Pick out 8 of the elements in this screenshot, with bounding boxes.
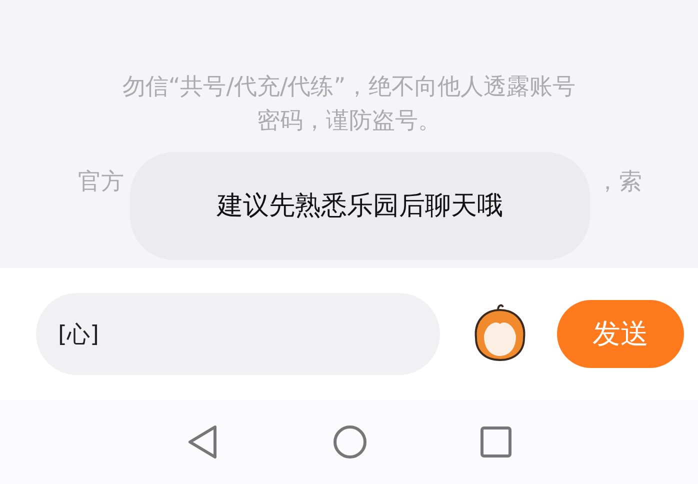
notice-text: ，索 — [596, 168, 642, 197]
message-input[interactable]: [心] — [36, 293, 440, 375]
recent-apps-icon[interactable] — [480, 426, 512, 458]
notice-text: 密码，谨防盗号。 — [257, 108, 441, 134]
home-icon[interactable] — [332, 424, 368, 460]
toast-message: 建议先熟悉乐园后聊天哦 — [130, 152, 590, 260]
notice-text: 官方 — [78, 168, 124, 197]
notice-text: 勿信“共号/代充/代练”，绝不向他人透露账号 — [122, 74, 576, 100]
